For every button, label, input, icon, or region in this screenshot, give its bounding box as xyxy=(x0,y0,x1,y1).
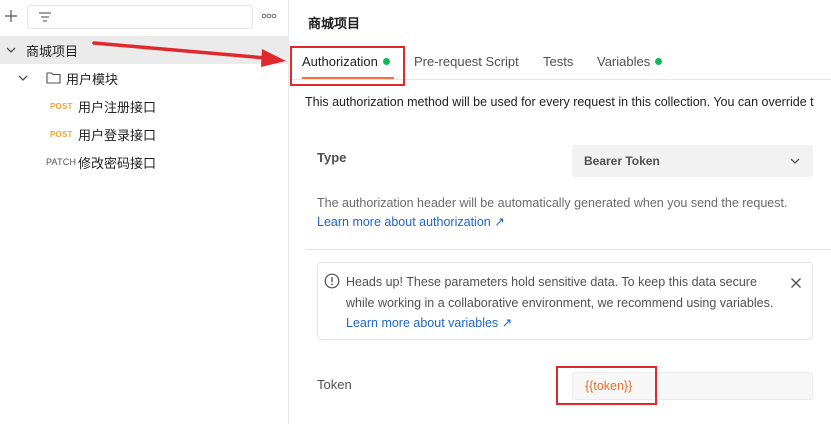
more-horizontal-icon[interactable] xyxy=(261,11,277,21)
collection-row[interactable]: 商城项目 xyxy=(0,36,289,64)
alert-message: Heads up! These parameters hold sensitiv… xyxy=(346,275,774,310)
auth-help-text: The authorization header will be automat… xyxy=(317,196,788,210)
folder-name: 用户模块 xyxy=(66,71,119,87)
method-badge: PATCH xyxy=(46,157,77,167)
method-badge: POST xyxy=(50,101,73,111)
annotation-box-authorization xyxy=(290,46,405,86)
chevron-down-icon[interactable] xyxy=(5,44,17,56)
tab-label: Tests xyxy=(543,54,574,69)
page-title: 商城项目 xyxy=(308,16,361,31)
request-name: 用户注册接口 xyxy=(78,99,157,115)
alert-text: Heads up! These parameters hold sensitiv… xyxy=(346,272,776,334)
type-label: Type xyxy=(317,150,347,165)
info-icon xyxy=(324,273,340,289)
sidebar: 商城项目 用户模块 POST 用户注册接口 POST 用户登录接口 PATCH … xyxy=(0,0,289,424)
filter-icon xyxy=(39,12,51,22)
tab-tests[interactable]: Tests xyxy=(543,54,573,69)
auth-description: This authorization method will be used f… xyxy=(305,95,814,109)
request-row[interactable]: POST 用户注册接口 xyxy=(0,92,289,120)
filter-input[interactable] xyxy=(27,5,253,29)
tab-label: Pre-request Script xyxy=(414,54,519,69)
folder-row[interactable]: 用户模块 xyxy=(0,64,289,92)
chevron-down-icon xyxy=(790,158,800,164)
auth-type-select[interactable]: Bearer Token xyxy=(572,145,813,177)
request-name: 用户登录接口 xyxy=(78,127,157,143)
annotation-box-token xyxy=(556,366,657,405)
tab-pre-request-script[interactable]: Pre-request Script xyxy=(414,54,519,69)
chevron-down-icon[interactable] xyxy=(17,72,29,84)
request-row[interactable]: POST 用户登录接口 xyxy=(0,120,289,148)
plus-icon[interactable] xyxy=(3,8,19,24)
learn-more-variables-link[interactable]: Learn more about variables ↗ xyxy=(346,316,512,330)
close-icon[interactable] xyxy=(790,277,802,289)
folder-icon xyxy=(46,72,61,84)
sensitive-data-alert: Heads up! These parameters hold sensitiv… xyxy=(317,262,813,340)
tab-label: Variables xyxy=(597,54,651,69)
auth-type-value: Bearer Token xyxy=(584,154,660,168)
request-name: 修改密码接口 xyxy=(78,155,157,171)
method-badge: POST xyxy=(50,129,73,139)
status-dot xyxy=(655,58,663,65)
token-label: Token xyxy=(317,377,352,392)
request-row[interactable]: PATCH 修改密码接口 xyxy=(0,148,289,176)
collection-name: 商城项目 xyxy=(26,43,79,59)
tab-variables[interactable]: Variables xyxy=(597,54,663,69)
divider xyxy=(305,249,831,250)
learn-more-authorization-link[interactable]: Learn more about authorization ↗ xyxy=(317,214,505,229)
